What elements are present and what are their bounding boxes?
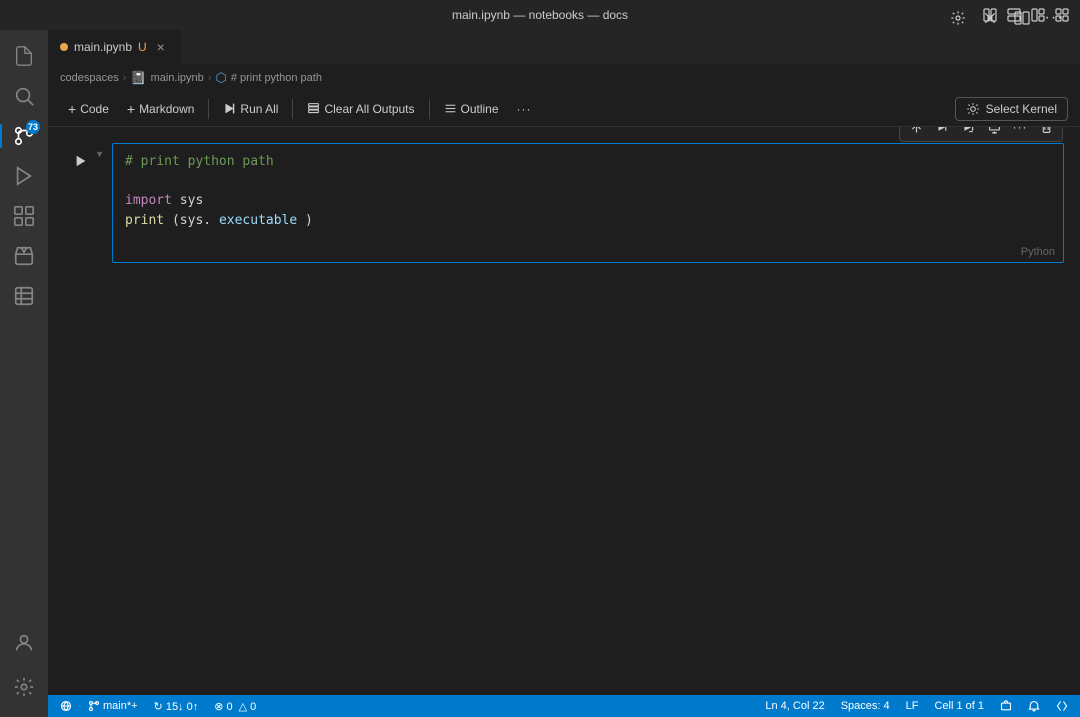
notebook-toolbar-right: Select Kernel xyxy=(955,97,1068,121)
titlebar: main.ipynb — notebooks — docs xyxy=(0,0,1080,30)
breadcrumb: codespaces › 📓 main.ipynb › ⬡ # print py… xyxy=(48,65,1080,91)
sidebar-item-search[interactable] xyxy=(6,78,42,114)
run-all-button[interactable]: Run All xyxy=(215,96,286,122)
sidebar-item-extensions[interactable] xyxy=(6,198,42,234)
code-area[interactable]: # print python path import sys print (sy… xyxy=(113,144,1063,244)
notebook-content[interactable]: ▼ xyxy=(48,127,1080,695)
activity-bar-bottom xyxy=(6,625,42,717)
warnings-val: △ 0 xyxy=(239,700,257,713)
main-area: 73 xyxy=(0,30,1080,717)
code-line-3: print (sys. executable ) xyxy=(125,211,1051,231)
status-cell-info[interactable]: Cell 1 of 1 xyxy=(930,695,988,717)
status-bell-icon[interactable] xyxy=(1024,695,1044,717)
cell-run-below-button[interactable] xyxy=(956,127,980,139)
tab-label: main.ipynb xyxy=(74,40,132,54)
status-bar: main*+ ↻ 15↓ 0↑ ⊗ 0 △ 0 Ln 4, Col 22 Spa… xyxy=(48,695,1080,717)
settings-icon[interactable] xyxy=(944,30,972,32)
cell-expand-button[interactable]: ▼ xyxy=(95,149,104,159)
tab-close-button[interactable]: × xyxy=(153,39,169,55)
cell-gutter: ▼ xyxy=(48,143,112,263)
status-spaces[interactable]: Spaces: 4 xyxy=(837,695,894,717)
add-markdown-button[interactable]: + Markdown xyxy=(119,96,203,122)
cell-toolbar: ··· xyxy=(899,127,1063,142)
notebook-toolbar: + Code + Markdown Run All xyxy=(48,91,1080,127)
status-encoding[interactable]: LF xyxy=(902,695,923,717)
status-remote-icon[interactable] xyxy=(996,695,1016,717)
cell-language-label: Python xyxy=(1021,246,1055,258)
more-notebook-actions-button[interactable]: ··· xyxy=(509,96,540,122)
breadcrumb-filename[interactable]: main.ipynb xyxy=(151,72,204,84)
tab-main-ipynb[interactable]: main.ipynb U × xyxy=(48,30,182,64)
more-actions-icon[interactable]: ··· xyxy=(1040,30,1068,32)
source-control-badge: 73 xyxy=(26,120,40,134)
tab-unsaved-label: U xyxy=(138,40,147,54)
status-branch[interactable]: main*+ xyxy=(84,695,142,717)
branch-name: main*+ xyxy=(103,700,138,712)
status-bar-left: main*+ ↻ 15↓ 0↑ ⊗ 0 △ 0 xyxy=(56,695,260,717)
select-kernel-button[interactable]: Select Kernel xyxy=(955,97,1068,121)
hash-breadcrumb-icon: ⬡ xyxy=(215,70,226,86)
cell-run-above-button[interactable] xyxy=(930,127,954,139)
code-line-blank xyxy=(125,172,1051,192)
add-code-button[interactable]: + Code xyxy=(60,96,117,122)
sidebar-item-settings[interactable] xyxy=(6,669,42,705)
toolbar-separator-2 xyxy=(292,99,293,119)
tab-modified-indicator xyxy=(60,43,68,51)
status-bracket-icon[interactable] xyxy=(1052,695,1072,717)
cell-delete-button[interactable] xyxy=(1034,127,1058,139)
cell-container: ▼ xyxy=(48,143,1080,263)
errors-label: ⊗ 0 xyxy=(214,700,232,713)
status-errors[interactable]: ⊗ 0 △ 0 xyxy=(210,695,260,717)
cell-add-below-button[interactable] xyxy=(982,127,1006,139)
plus-icon-md: + xyxy=(127,101,135,117)
split-editor-tab-icon[interactable] xyxy=(1008,30,1036,32)
sidebar-item-source-control[interactable]: 73 xyxy=(6,118,42,154)
breadcrumb-codespaces[interactable]: codespaces xyxy=(60,72,119,84)
sidebar-item-explorer[interactable] xyxy=(6,38,42,74)
tab-bar: ··· main.ipynb U × xyxy=(48,30,1080,65)
status-sync[interactable]: ↻ 15↓ 0↑ xyxy=(150,695,203,717)
sync-label: ↻ 15↓ 0↑ xyxy=(154,700,199,713)
sidebar-item-run-debug[interactable] xyxy=(6,158,42,194)
status-bar-right: Ln 4, Col 22 Spaces: 4 LF Cell 1 of 1 xyxy=(761,695,1072,717)
sidebar-item-account[interactable] xyxy=(6,625,42,661)
cell-move-up-button[interactable] xyxy=(904,127,928,139)
activity-bar: 73 xyxy=(0,30,48,717)
status-remote[interactable] xyxy=(56,695,76,717)
code-line-2: import sys xyxy=(125,191,1051,211)
status-position[interactable]: Ln 4, Col 22 xyxy=(761,695,828,717)
cell-body[interactable]: ··· xyxy=(112,143,1064,263)
outline-button[interactable]: Outline xyxy=(436,96,507,122)
titlebar-title: main.ipynb — notebooks — docs xyxy=(452,8,628,22)
clear-outputs-button[interactable]: Clear All Outputs xyxy=(299,96,422,122)
code-line-1: # print python path xyxy=(125,152,1051,172)
notebook-breadcrumb-icon: 📓 xyxy=(130,70,146,86)
cell-run-button[interactable] xyxy=(69,149,93,173)
cell-more-actions-button[interactable]: ··· xyxy=(1008,127,1032,139)
variables-icon[interactable] xyxy=(976,30,1004,32)
select-kernel-label: Select Kernel xyxy=(986,102,1057,116)
breadcrumb-cell[interactable]: # print python path xyxy=(231,72,322,84)
editor-area: ··· main.ipynb U × codespaces › 📓 main.i… xyxy=(48,30,1080,717)
plus-icon: + xyxy=(68,101,76,117)
sidebar-item-test[interactable] xyxy=(6,238,42,274)
toolbar-separator-1 xyxy=(208,99,209,119)
sidebar-item-notebook[interactable] xyxy=(6,278,42,314)
toolbar-separator-3 xyxy=(429,99,430,119)
